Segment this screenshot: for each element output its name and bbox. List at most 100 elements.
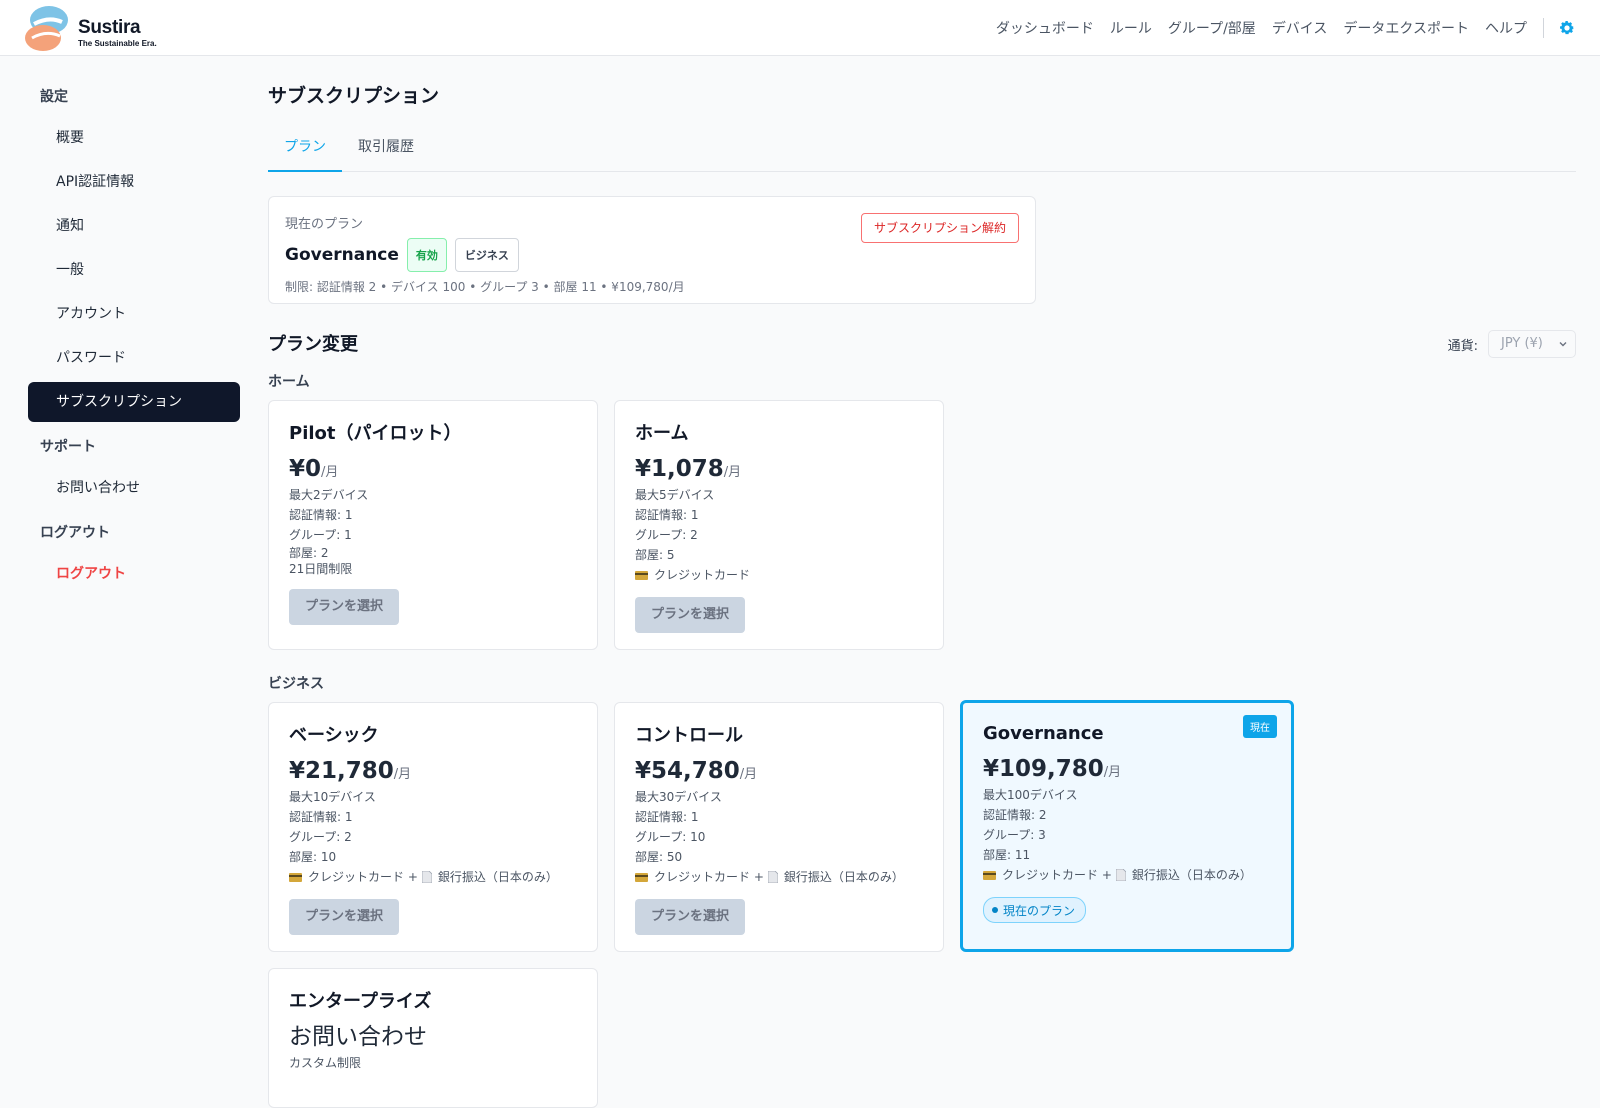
feature-payment: クレジットカード + 銀行振込（日本のみ） xyxy=(635,867,923,887)
group-title-business: ビジネス xyxy=(268,676,324,692)
chevron-down-icon xyxy=(1559,342,1567,347)
feature-credentials: 認証情報: 1 xyxy=(635,810,699,824)
plan-name: コントロール xyxy=(635,725,743,746)
current-plan-panel: 現在のプラン Governance 有効 ビジネス 制限: 認証情報 2 • デ… xyxy=(268,196,1036,304)
page-title: サブスクリプション xyxy=(268,85,440,107)
current-tag: 現在 xyxy=(1243,715,1277,738)
status-badge: 有効 xyxy=(406,238,447,272)
plan-price: ¥21,780 xyxy=(289,758,394,784)
plan-price: ¥54,780 xyxy=(635,758,740,784)
feature-devices: 最大2デバイス xyxy=(289,488,369,502)
feature-groups: グループ: 2 xyxy=(635,528,698,542)
feature-devices: 最大100デバイス xyxy=(983,788,1078,802)
feature-payment: クレジットカード + 銀行振込（日本のみ） xyxy=(983,865,1271,885)
price-unit: /月 xyxy=(739,767,758,782)
feature-groups: グループ: 10 xyxy=(635,830,706,844)
feature-groups: グループ: 1 xyxy=(289,528,352,542)
feature-rooms: 部屋: 5 xyxy=(635,548,675,562)
sidebar-item-logout[interactable]: ログアウト xyxy=(28,554,240,594)
tab-plans[interactable]: プラン xyxy=(268,128,342,172)
plan-name: エンタープライズ xyxy=(289,991,432,1012)
document-icon xyxy=(1115,869,1126,881)
feature-devices: 最大10デバイス xyxy=(289,790,376,804)
brand-tagline: The Sustainable Era. xyxy=(78,39,157,48)
currency-select[interactable]: JPY (¥) xyxy=(1488,330,1576,358)
feature-groups: グループ: 2 xyxy=(289,830,352,844)
feature-credentials: 認証情報: 1 xyxy=(289,810,353,824)
top-nav-links: ダッシュボード ルール グループ/部屋 デバイス データエクスポート ヘルプ xyxy=(980,0,1576,56)
current-plan-pill-label: 現在のプラン xyxy=(1003,903,1076,918)
payment-card: クレジットカード + xyxy=(1002,868,1112,882)
price-unit: /月 xyxy=(723,465,742,480)
plan-card-control: コントロール ¥54,780/月 最大30デバイス 認証情報: 1 グループ: … xyxy=(614,702,944,952)
sustira-logo-icon xyxy=(25,6,68,51)
plan-price-contact: お問い合わせ xyxy=(289,1024,427,1050)
plan-card-basic: ベーシック ¥21,780/月 最大10デバイス 認証情報: 1 グループ: 2… xyxy=(268,702,598,952)
plan-change-title: プラン変更 xyxy=(268,334,358,355)
top-navigation-bar: Sustira The Sustainable Era. ダッシュボード ルール… xyxy=(0,0,1600,56)
payment-bank: 銀行振込（日本のみ） xyxy=(1131,868,1252,882)
feature-credentials: 認証情報: 1 xyxy=(635,508,699,522)
plan-name: ホーム xyxy=(635,423,689,444)
payment-card: クレジットカード + xyxy=(654,870,764,884)
current-plan-limits: 制限: 認証情報 2 • デバイス 100 • グループ 3 • 部屋 11 •… xyxy=(285,280,685,294)
select-plan-button[interactable]: プランを選択 xyxy=(635,597,746,633)
select-plan-button[interactable]: プランを選択 xyxy=(289,589,400,625)
status-dot-icon xyxy=(992,907,998,913)
sidebar-item-password[interactable]: パスワード xyxy=(28,338,240,378)
sidebar-item-notifications[interactable]: 通知 xyxy=(28,206,240,246)
nav-rules[interactable]: ルール xyxy=(1110,18,1152,38)
plan-card-home: ホーム ¥1,078/月 最大5デバイス 認証情報: 1 グループ: 2 部屋:… xyxy=(614,400,944,650)
sidebar-heading-settings: 設定 xyxy=(40,89,68,105)
select-plan-button[interactable]: プランを選択 xyxy=(635,899,746,935)
price-unit: /月 xyxy=(393,767,412,782)
nav-help[interactable]: ヘルプ xyxy=(1485,18,1527,38)
plan-card-pilot: Pilot（パイロット） ¥0/月 最大2デバイス 認証情報: 1 グループ: … xyxy=(268,400,598,650)
feature-rooms: 部屋: 50 xyxy=(635,850,683,864)
sidebar-item-api-credentials[interactable]: API認証情報 xyxy=(28,162,240,202)
plan-card-governance: 現在 Governance ¥109,780/月 最大100デバイス 認証情報:… xyxy=(960,700,1294,952)
category-badge: ビジネス xyxy=(454,238,519,272)
nav-data-export[interactable]: データエクスポート xyxy=(1343,18,1469,38)
select-plan-button[interactable]: プランを選択 xyxy=(289,899,400,935)
plan-name: ベーシック xyxy=(289,725,379,746)
feature-payment: クレジットカード xyxy=(635,565,923,585)
gear-icon[interactable] xyxy=(1558,19,1576,37)
cancel-subscription-button[interactable]: サブスクリプション解約 xyxy=(860,213,1019,243)
feature-devices: 最大30デバイス xyxy=(635,790,722,804)
sidebar-heading-support: サポート xyxy=(40,439,96,455)
feature-custom-limits: カスタム制限 xyxy=(289,1056,362,1070)
nav-dashboard[interactable]: ダッシュボード xyxy=(996,18,1094,38)
document-icon xyxy=(421,871,432,883)
sidebar-heading-logout: ログアウト xyxy=(40,525,110,541)
currency-label: 通貨: xyxy=(1447,338,1478,354)
subscription-tabs: プラン 取引履歴 xyxy=(268,128,1576,172)
nav-devices[interactable]: デバイス xyxy=(1272,18,1328,38)
feature-credentials: 認証情報: 2 xyxy=(983,808,1047,822)
credit-card-icon xyxy=(635,570,648,580)
currency-value: JPY (¥) xyxy=(1501,336,1543,351)
settings-sidebar: 設定 概要 API認証情報 通知 一般 アカウント パスワード サブスクリプショ… xyxy=(28,76,240,598)
brand-name: Sustira xyxy=(78,17,141,38)
credit-card-icon xyxy=(289,872,302,882)
current-plan-pill: 現在のプラン xyxy=(983,897,1087,923)
sidebar-item-subscription[interactable]: サブスクリプション xyxy=(28,382,240,422)
credit-card-icon xyxy=(635,872,648,882)
price-unit: /月 xyxy=(1103,765,1122,780)
credit-card-icon xyxy=(983,870,996,880)
payment-method: クレジットカード xyxy=(654,568,751,582)
sidebar-item-overview[interactable]: 概要 xyxy=(28,118,240,158)
sidebar-item-general[interactable]: 一般 xyxy=(28,250,240,290)
feature-rooms: 部屋: 10 xyxy=(289,850,337,864)
payment-bank: 銀行振込（日本のみ） xyxy=(437,870,558,884)
current-plan-name: Governance xyxy=(285,245,399,265)
feature-groups: グループ: 3 xyxy=(983,828,1046,842)
brand-logo[interactable]: Sustira The Sustainable Era. xyxy=(24,2,174,54)
tab-transaction-history[interactable]: 取引履歴 xyxy=(342,128,430,172)
feature-rooms: 部屋: 2 xyxy=(289,546,329,560)
sidebar-item-contact[interactable]: お問い合わせ xyxy=(28,468,240,508)
feature-credentials: 認証情報: 1 xyxy=(289,508,353,522)
feature-payment: クレジットカード + 銀行振込（日本のみ） xyxy=(289,867,577,887)
nav-groups-rooms[interactable]: グループ/部屋 xyxy=(1168,18,1256,38)
sidebar-item-account[interactable]: アカウント xyxy=(28,294,240,334)
